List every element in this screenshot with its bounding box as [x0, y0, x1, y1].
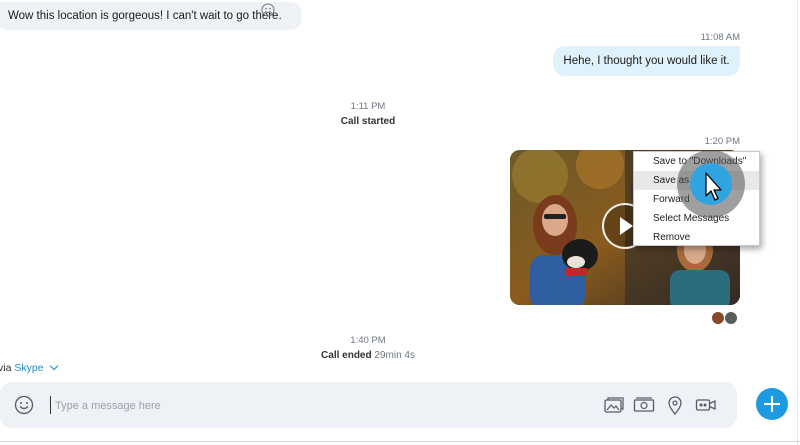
- mouse-cursor-icon: [705, 172, 722, 201]
- outgoing-message-time: 11:08 AM: [700, 32, 740, 43]
- video-message-icon[interactable]: [695, 395, 717, 415]
- call-started-time: 1:11 PM: [350, 101, 386, 112]
- outgoing-message-bubble[interactable]: Hehe, I thought you would like it.: [553, 46, 740, 76]
- avatar: [711, 311, 725, 325]
- via-service-selector[interactable]: via Skype: [0, 361, 59, 374]
- via-prefix: via: [0, 362, 12, 374]
- emoji-icon[interactable]: [14, 395, 34, 415]
- read-receipt-avatars: [711, 311, 741, 325]
- incoming-message-text: Wow this location is gorgeous! I can't w…: [8, 10, 282, 22]
- call-ended-row: Call ended 29min 4s: [268, 350, 468, 361]
- message-input[interactable]: [53, 393, 557, 419]
- incoming-message-bubble[interactable]: Wow this location is gorgeous! I can't w…: [0, 2, 302, 30]
- divider: [0, 441, 800, 442]
- divider: [797, 0, 798, 445]
- call-started-label: Call started: [340, 116, 396, 127]
- outgoing-message-text: Hehe, I thought you would like it.: [563, 55, 730, 67]
- video-message-time: 1:20 PM: [704, 136, 740, 147]
- chevron-down-icon[interactable]: [50, 361, 59, 371]
- message-composer: [0, 382, 737, 428]
- add-button[interactable]: [756, 388, 788, 420]
- media-gallery-icon[interactable]: [603, 395, 625, 415]
- menu-item-remove[interactable]: Remove: [634, 228, 759, 247]
- location-pin-icon[interactable]: [664, 395, 686, 415]
- call-ended-time: 1:40 PM: [350, 335, 386, 346]
- text-caret: [50, 396, 51, 414]
- chat-history: Wow this location is gorgeous! I can't w…: [0, 0, 800, 378]
- call-ended-label: Call ended: [321, 350, 372, 361]
- avatar: [724, 311, 738, 325]
- call-duration: 29min 4s: [374, 350, 415, 361]
- send-money-icon[interactable]: [633, 395, 655, 415]
- service-link[interactable]: Skype: [14, 362, 43, 374]
- add-reaction-icon[interactable]: [261, 3, 275, 17]
